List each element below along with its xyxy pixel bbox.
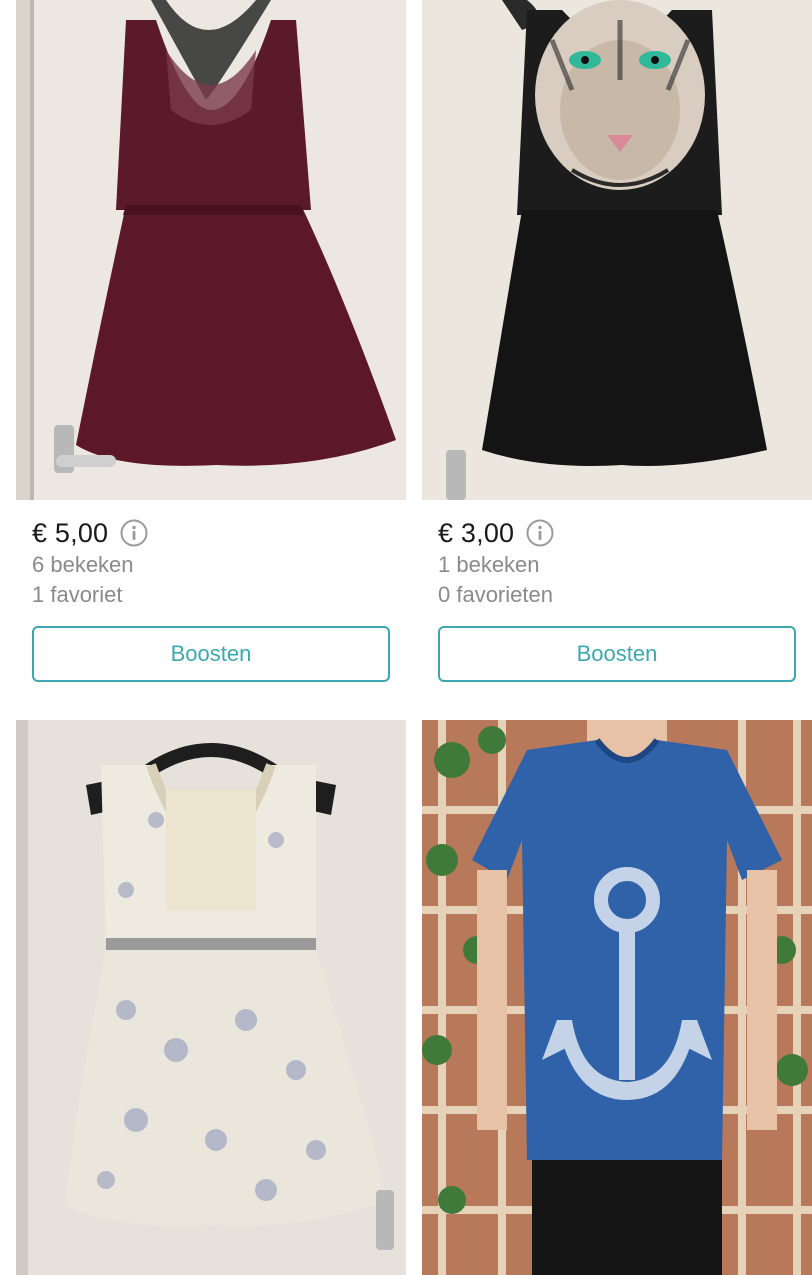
listing-card	[16, 720, 406, 1275]
listing-info: € 5,00 6 bekeken 1 favoriet Boosten	[16, 500, 406, 682]
listing-views: 1 bekeken	[438, 552, 540, 577]
listing-card: € 3,00 1 bekeken 0 favorieten Boosten	[422, 0, 812, 682]
listing-favorites: 0 favorieten	[438, 582, 553, 607]
listing-price: € 3,00	[438, 517, 515, 548]
price-row: € 5,00	[32, 516, 390, 550]
burgundy-lace-dress-photo[interactable]	[16, 0, 406, 500]
blue-anchor-tshirt-photo[interactable]	[422, 720, 812, 1275]
floral-cream-dress-photo[interactable]	[16, 720, 406, 1275]
listing-views: 6 bekeken	[32, 552, 134, 577]
info-circle-icon[interactable]	[526, 519, 554, 547]
listings-grid: € 5,00 6 bekeken 1 favoriet Boosten € 3,…	[0, 0, 812, 1275]
info-circle-icon[interactable]	[120, 519, 148, 547]
listing-favorites: 1 favoriet	[32, 582, 123, 607]
black-tiger-print-dress-photo[interactable]	[422, 0, 812, 500]
price-row: € 3,00	[438, 516, 796, 550]
listing-info: € 3,00 1 bekeken 0 favorieten Boosten	[422, 500, 812, 682]
listing-card: € 5,00 6 bekeken 1 favoriet Boosten	[16, 0, 406, 682]
listing-price: € 5,00	[32, 517, 109, 548]
boost-button[interactable]: Boosten	[32, 626, 390, 682]
boost-button[interactable]: Boosten	[438, 626, 796, 682]
listing-card	[422, 720, 812, 1275]
